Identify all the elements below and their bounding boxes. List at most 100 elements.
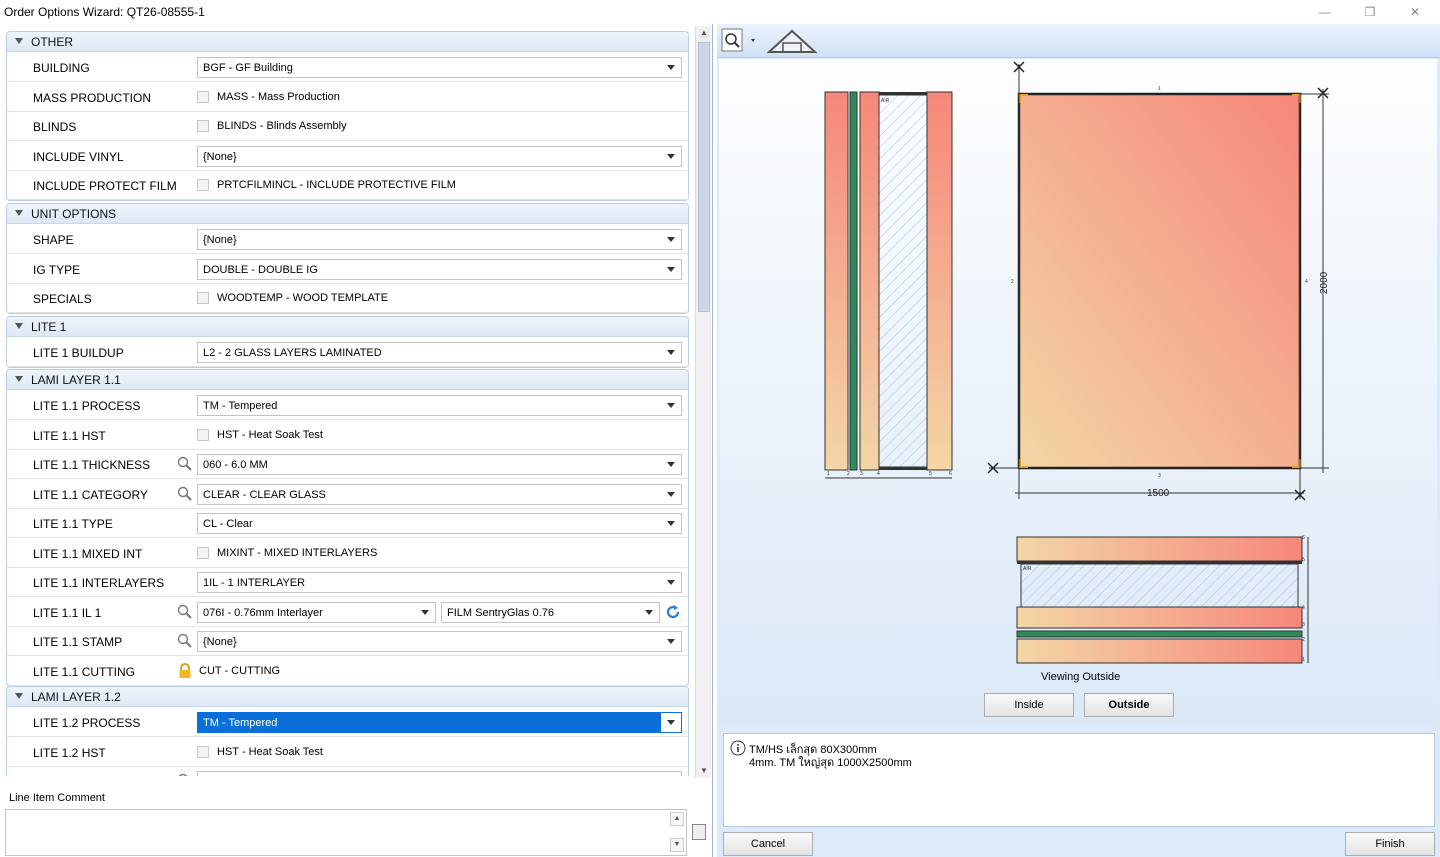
collapse-icon[interactable] bbox=[15, 38, 23, 44]
checkbox[interactable] bbox=[197, 120, 209, 132]
search-icon[interactable] bbox=[177, 456, 193, 472]
property-dropdown[interactable]: 1IL - 1 INTERLAYER bbox=[197, 572, 682, 593]
property-grid: OTHER BUILDING BGF - GF Building MASS PRODU… bbox=[4, 26, 694, 776]
property-dropdown[interactable]: L2 - 2 GLASS LAYERS LAMINATED bbox=[197, 342, 682, 363]
refresh-icon[interactable] bbox=[665, 604, 681, 620]
chevron-down-icon[interactable] bbox=[661, 230, 681, 249]
chevron-down-icon[interactable] bbox=[661, 485, 681, 504]
chevron-down-icon[interactable] bbox=[639, 603, 659, 622]
property-dropdown[interactable]: {None} bbox=[197, 229, 682, 250]
inside-button[interactable]: Inside bbox=[984, 693, 1074, 717]
checkbox[interactable] bbox=[197, 428, 209, 441]
section-tick-label: 1 bbox=[827, 471, 830, 477]
group-header[interactable]: LAMI LAYER 1.1 bbox=[7, 370, 688, 390]
property-dropdown[interactable]: 076I - 0.76mm Interlayer bbox=[197, 601, 436, 623]
property-dropdown[interactable]: CL - Clear bbox=[197, 513, 682, 534]
property-dropdown[interactable]: CLEAR - CLEAR GLASS bbox=[197, 483, 682, 505]
chevron-down-icon[interactable] bbox=[661, 772, 681, 776]
property-dropdown[interactable]: {None} bbox=[197, 631, 682, 652]
chevron-down-icon[interactable] bbox=[661, 455, 681, 474]
notes-icon[interactable] bbox=[692, 824, 706, 840]
lock-icon bbox=[179, 662, 191, 678]
button-bar: Cancel Finish bbox=[717, 829, 1440, 857]
property-dropdown-secondary[interactable]: FILM SentryGlas 0.76 bbox=[441, 601, 660, 623]
dropdown-value: CL - Clear bbox=[203, 518, 253, 530]
property-label: SHAPE bbox=[33, 233, 74, 247]
property-scrollbar[interactable]: ▲ ▼ bbox=[695, 26, 711, 778]
checkbox[interactable] bbox=[197, 179, 209, 191]
search-icon[interactable] bbox=[177, 773, 193, 776]
preview-toolbar bbox=[717, 24, 1440, 58]
collapse-icon[interactable] bbox=[15, 376, 23, 382]
checkbox[interactable] bbox=[197, 546, 209, 559]
cancel-button[interactable]: Cancel bbox=[723, 832, 813, 856]
chevron-down-icon[interactable] bbox=[661, 147, 681, 166]
section-spacer-bottom bbox=[879, 467, 927, 470]
property-dropdown[interactable]: TM - Tempered bbox=[197, 395, 682, 416]
zoom-icon[interactable] bbox=[721, 28, 761, 54]
property-dropdown[interactable]: TM - Tempered bbox=[197, 712, 682, 733]
property-row: LITE 1.1 PROCESS TM - Tempered bbox=[7, 391, 688, 420]
chevron-down-icon[interactable] bbox=[661, 260, 681, 279]
group-header[interactable]: OTHER bbox=[7, 32, 688, 52]
chevron-down-icon[interactable] bbox=[661, 343, 681, 362]
comment-scroll-down-icon[interactable]: ▼ bbox=[670, 838, 684, 852]
outside-button[interactable]: Outside bbox=[1084, 693, 1174, 717]
property-label: LITE 1.1 MIXED INT bbox=[33, 546, 143, 561]
property-dropdown[interactable]: DOUBLE - DOUBLE IG bbox=[197, 258, 682, 280]
comment-scrollbar[interactable]: ▲ ▼ bbox=[670, 812, 684, 853]
restore-icon[interactable]: ❐ bbox=[1355, 3, 1385, 21]
house-view-icon[interactable] bbox=[767, 28, 817, 54]
close-icon[interactable]: ✕ bbox=[1400, 3, 1430, 21]
finish-button[interactable]: Finish bbox=[1345, 832, 1435, 856]
options-panel: OTHER BUILDING BGF - GF Building MASS PRODU… bbox=[0, 24, 713, 857]
chevron-down-icon[interactable] bbox=[661, 396, 681, 415]
group-title: LAMI LAYER 1.1 bbox=[31, 373, 121, 387]
group-3: LAMI LAYER 1.1 LITE 1.1 PROCESS TM - Tempe… bbox=[6, 369, 689, 686]
property-dropdown[interactable]: 060 - 6.0 MM bbox=[197, 454, 682, 475]
property-row: BLINDS BLINDS - Blinds Assembly bbox=[7, 112, 688, 141]
group-header[interactable]: UNIT OPTIONS bbox=[7, 204, 688, 224]
scroll-down-icon[interactable]: ▼ bbox=[696, 764, 712, 778]
section-tick-label: 2 bbox=[847, 471, 850, 477]
property-row: LITE 1.1 CUTTING CUT - CUTTING bbox=[7, 657, 688, 686]
search-icon[interactable] bbox=[177, 604, 193, 620]
comment-scroll-up-icon[interactable]: ▲ bbox=[670, 812, 684, 826]
comment-textarea[interactable]: ▲ ▼ bbox=[5, 809, 687, 856]
property-dropdown[interactable]: 050 - 5.0 MM bbox=[197, 771, 682, 776]
chevron-down-icon[interactable] bbox=[661, 573, 681, 592]
checkbox[interactable] bbox=[197, 745, 209, 758]
search-icon[interactable] bbox=[177, 486, 193, 502]
group-header[interactable]: LITE 1 bbox=[7, 317, 688, 337]
section-interlayer bbox=[849, 91, 858, 471]
bottom-section-interlayer bbox=[1016, 630, 1303, 638]
property-dropdown[interactable]: {None} bbox=[197, 145, 682, 167]
collapse-icon[interactable] bbox=[15, 210, 23, 216]
scroll-thumb[interactable] bbox=[698, 42, 710, 312]
minimize-icon[interactable]: — bbox=[1310, 3, 1340, 21]
chevron-down-icon[interactable] bbox=[661, 514, 681, 533]
section-airspace bbox=[878, 94, 928, 468]
checkbox[interactable] bbox=[197, 292, 209, 304]
collapse-icon[interactable] bbox=[15, 693, 23, 699]
collapse-icon[interactable] bbox=[15, 323, 23, 329]
scroll-up-icon[interactable]: ▲ bbox=[696, 26, 712, 40]
property-label: LITE 1.1 STAMP bbox=[33, 635, 123, 649]
checkbox[interactable] bbox=[197, 90, 209, 103]
property-label: LITE 1.1 HST bbox=[33, 428, 106, 443]
group-header[interactable]: LAMI LAYER 1.2 bbox=[7, 687, 688, 707]
chevron-down-icon[interactable] bbox=[661, 632, 681, 651]
chevron-down-icon[interactable] bbox=[661, 58, 681, 77]
property-row: LITE 1.1 IL 1 076I - 0.76mm Interlayer FIL… bbox=[7, 598, 688, 627]
property-label: LITE 1.1 PROCESS bbox=[33, 399, 141, 413]
dropdown-value: DOUBLE - DOUBLE IG bbox=[203, 263, 318, 276]
property-label: LITE 1.2 PROCESS bbox=[33, 716, 141, 730]
property-row: LITE 1.1 CATEGORY CLEAR - CLEAR GLASS bbox=[7, 480, 688, 509]
chevron-down-icon[interactable] bbox=[661, 713, 681, 732]
dropdown-value: {None} bbox=[203, 150, 237, 163]
chevron-down-icon[interactable] bbox=[415, 603, 435, 622]
bottom-section-tick-label: 2 bbox=[1302, 637, 1305, 643]
search-icon[interactable] bbox=[177, 633, 193, 649]
edge-label: 2 bbox=[1011, 279, 1014, 285]
property-dropdown[interactable]: BGF - GF Building bbox=[197, 57, 682, 78]
